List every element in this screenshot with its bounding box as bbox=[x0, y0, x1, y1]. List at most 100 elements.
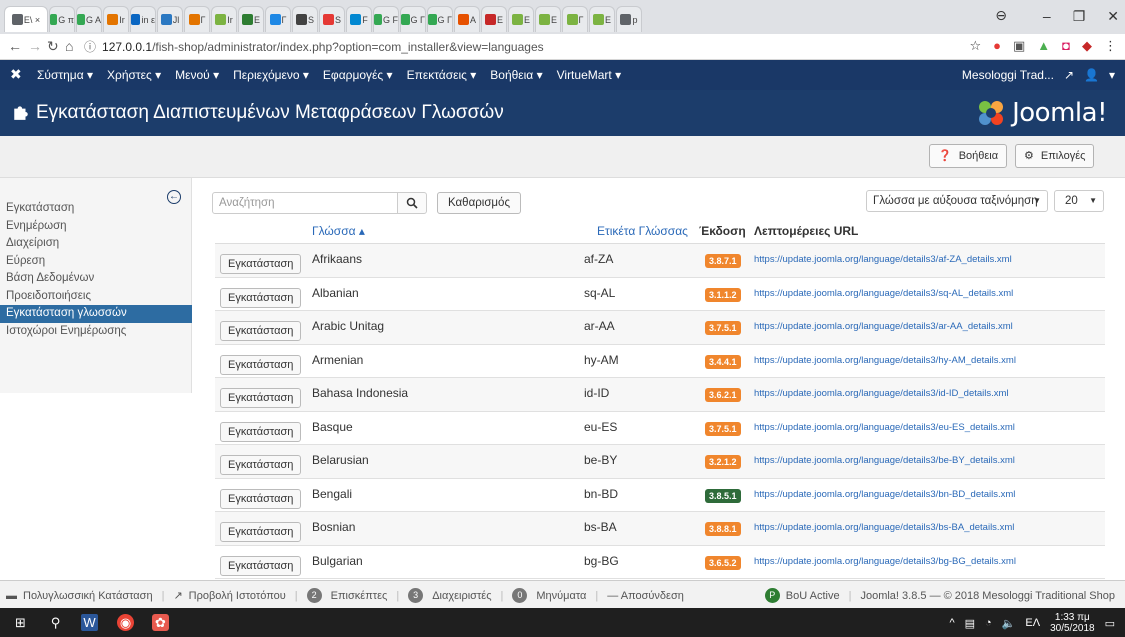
logout-link[interactable]: — Αποσύνδεση bbox=[607, 590, 684, 602]
sidebar-item[interactable]: Εγκατάσταση γλωσσών bbox=[0, 305, 192, 323]
home-icon[interactable]: ⌂ bbox=[65, 38, 73, 54]
network-icon[interactable]: ▤ bbox=[965, 617, 975, 630]
browser-tab[interactable]: G Γ bbox=[400, 6, 426, 32]
browser-tab[interactable]: A bbox=[454, 6, 480, 32]
column-header-tag[interactable]: Ετικέτα Γλώσσας bbox=[597, 224, 688, 238]
browser-tab[interactable]: G π bbox=[49, 6, 75, 32]
browser-tab[interactable]: Jl bbox=[157, 6, 183, 32]
multilang-status[interactable]: Πολυγλωσσική Κατάσταση bbox=[23, 590, 153, 602]
browser-tab[interactable]: E bbox=[238, 6, 264, 32]
details-url-link[interactable]: https://update.joomla.org/language/detai… bbox=[754, 388, 1009, 399]
admin-menu-item[interactable]: Βοήθεια ▾ bbox=[490, 68, 542, 82]
admin-menu-item[interactable]: Μενού ▾ bbox=[175, 68, 219, 82]
sidebar-item[interactable]: Εύρεση bbox=[0, 253, 192, 271]
browser-tab[interactable]: F bbox=[346, 6, 372, 32]
help-button[interactable]: ❓ Βοήθεια bbox=[929, 144, 1008, 168]
search-input[interactable]: Αναζήτηση bbox=[212, 192, 398, 214]
extension-icon[interactable]: ◆ bbox=[1082, 38, 1092, 54]
sidebar-item[interactable]: Βάση Δεδομένων bbox=[0, 270, 192, 288]
browser-tab[interactable]: in ε bbox=[130, 6, 156, 32]
browser-tab[interactable]: Γ bbox=[265, 6, 291, 32]
back-icon[interactable]: ← bbox=[8, 38, 22, 54]
install-button[interactable]: Εγκατάσταση bbox=[220, 254, 302, 274]
external-link-icon[interactable]: ↗ bbox=[1064, 68, 1074, 82]
browser-tab[interactable]: E bbox=[508, 6, 534, 32]
install-button[interactable]: Εγκατάσταση bbox=[220, 455, 302, 475]
notifications-icon[interactable]: ▭ bbox=[1105, 617, 1115, 630]
install-button[interactable]: Εγκατάσταση bbox=[220, 287, 302, 308]
browser-tab[interactable]: E bbox=[481, 6, 507, 32]
sidebar-item[interactable]: Ιστοχώροι Ενημέρωσης bbox=[0, 323, 192, 341]
admin-menu-item[interactable]: Χρήστες ▾ bbox=[107, 68, 161, 82]
sidebar-item[interactable]: Εγκατάσταση bbox=[0, 200, 192, 218]
chrome-app-icon[interactable]: ◉ bbox=[117, 614, 134, 631]
browser-tab[interactable]: G A bbox=[76, 6, 102, 32]
search-button[interactable] bbox=[397, 192, 427, 214]
view-site-link[interactable]: Προβολή Ιστοτόπου bbox=[189, 590, 286, 602]
sort-select[interactable]: Γλώσσα με αύξουσα ταξινόμηση ▼ bbox=[866, 190, 1048, 212]
word-app-icon[interactable]: W bbox=[81, 614, 98, 631]
details-url-link[interactable]: https://update.joomla.org/language/detai… bbox=[754, 556, 1016, 567]
browser-tab[interactable]: S bbox=[319, 6, 345, 32]
admin-menu-item[interactable]: Σύστημα ▾ bbox=[37, 68, 93, 82]
site-name-link[interactable]: Mesologgi Trad... bbox=[962, 68, 1054, 82]
install-button[interactable]: Εγκατάσταση bbox=[220, 555, 302, 576]
close-icon[interactable]: ✕ bbox=[1107, 8, 1119, 25]
install-button[interactable]: Εγκατάσταση bbox=[220, 321, 302, 341]
sidebar-item[interactable]: Διαχείριση bbox=[0, 235, 192, 253]
bou-active-label[interactable]: BoU Active bbox=[786, 590, 840, 602]
messages-label[interactable]: Μηνύματα bbox=[536, 590, 586, 602]
joomla-small-icon[interactable]: ✖ bbox=[10, 66, 22, 83]
install-button[interactable]: Εγκατάσταση bbox=[220, 354, 302, 375]
browser-tab[interactable]: Ir bbox=[211, 6, 237, 32]
details-url-link[interactable]: https://update.joomla.org/language/detai… bbox=[754, 522, 1014, 533]
browser-tab[interactable]: G Γ bbox=[427, 6, 453, 32]
wifi-icon[interactable]: ◔ bbox=[985, 617, 992, 629]
visitors-label[interactable]: Επισκέπτες bbox=[331, 590, 388, 602]
browser-tab[interactable]: Ir bbox=[103, 6, 129, 32]
browser-tab[interactable]: p bbox=[616, 6, 642, 32]
search-icon[interactable]: ⚲ bbox=[47, 614, 64, 631]
sidebar-item[interactable]: Προειδοποιήσεις bbox=[0, 288, 192, 306]
user-menu-caret[interactable]: ▾ bbox=[1109, 68, 1115, 82]
details-url-link[interactable]: https://update.joomla.org/language/detai… bbox=[754, 254, 1012, 265]
details-url-link[interactable]: https://update.joomla.org/language/detai… bbox=[754, 422, 1015, 433]
maximize-icon[interactable]: ❐ bbox=[1073, 8, 1086, 25]
chevron-up-icon[interactable]: ^ bbox=[949, 617, 954, 629]
language-indicator[interactable]: ΕΛ bbox=[1025, 617, 1040, 629]
details-url-link[interactable]: https://update.joomla.org/language/detai… bbox=[754, 321, 1013, 332]
reload-icon[interactable]: ↻ bbox=[47, 38, 59, 55]
admins-label[interactable]: Διαχειριστές bbox=[432, 590, 491, 602]
browser-tab[interactable]: Γ bbox=[562, 6, 588, 32]
install-button[interactable]: Εγκατάσταση bbox=[220, 388, 302, 408]
extension-icon[interactable]: ▲ bbox=[1037, 38, 1050, 54]
install-button[interactable]: Εγκατάσταση bbox=[220, 522, 302, 542]
menu-dots-icon[interactable]: ⋮ bbox=[1104, 38, 1117, 54]
admin-menu-item[interactable]: Εφαρμογές ▾ bbox=[323, 68, 393, 82]
install-button[interactable]: Εγκατάσταση bbox=[220, 488, 302, 509]
extension-icon[interactable]: ▣ bbox=[1013, 38, 1025, 54]
admin-menu-item[interactable]: Επεκτάσεις ▾ bbox=[407, 68, 477, 82]
user-menu-icon[interactable]: 👤 bbox=[1084, 68, 1099, 82]
options-button[interactable]: ⚙ Επιλογές bbox=[1015, 144, 1095, 168]
details-url-link[interactable]: https://update.joomla.org/language/detai… bbox=[754, 355, 1016, 366]
admin-menu-item[interactable]: VirtueMart ▾ bbox=[557, 68, 622, 82]
sidebar-item[interactable]: Ενημέρωση bbox=[0, 218, 192, 236]
browser-tab[interactable]: Ε\ × bbox=[4, 6, 48, 32]
details-url-link[interactable]: https://update.joomla.org/language/detai… bbox=[754, 288, 1013, 299]
minimize-icon[interactable]: – bbox=[1043, 8, 1051, 25]
windows-start-icon[interactable]: ⊞ bbox=[12, 614, 29, 631]
opera-extension-icon[interactable]: ● bbox=[993, 38, 1001, 54]
details-url-link[interactable]: https://update.joomla.org/language/detai… bbox=[754, 489, 1015, 500]
details-url-link[interactable]: https://update.joomla.org/language/detai… bbox=[754, 455, 1015, 466]
browser-tab[interactable]: S bbox=[292, 6, 318, 32]
url-field[interactable]: ⓘ 127.0.0.1/fish-shop/administrator/index… bbox=[84, 37, 964, 57]
clock[interactable]: 1:33 πμ 30/5/2018 bbox=[1050, 612, 1095, 634]
clear-button[interactable]: Καθαρισμός bbox=[437, 192, 521, 214]
column-header-language[interactable]: Γλώσσα ▴ bbox=[312, 224, 365, 238]
browser-tab[interactable]: E bbox=[535, 6, 561, 32]
forward-icon[interactable]: → bbox=[28, 38, 42, 54]
admin-menu-item[interactable]: Περιεχόμενο ▾ bbox=[233, 68, 309, 82]
volume-icon[interactable]: 🔈 bbox=[1002, 617, 1016, 630]
bookmark-star-icon[interactable]: ☆ bbox=[969, 38, 981, 54]
